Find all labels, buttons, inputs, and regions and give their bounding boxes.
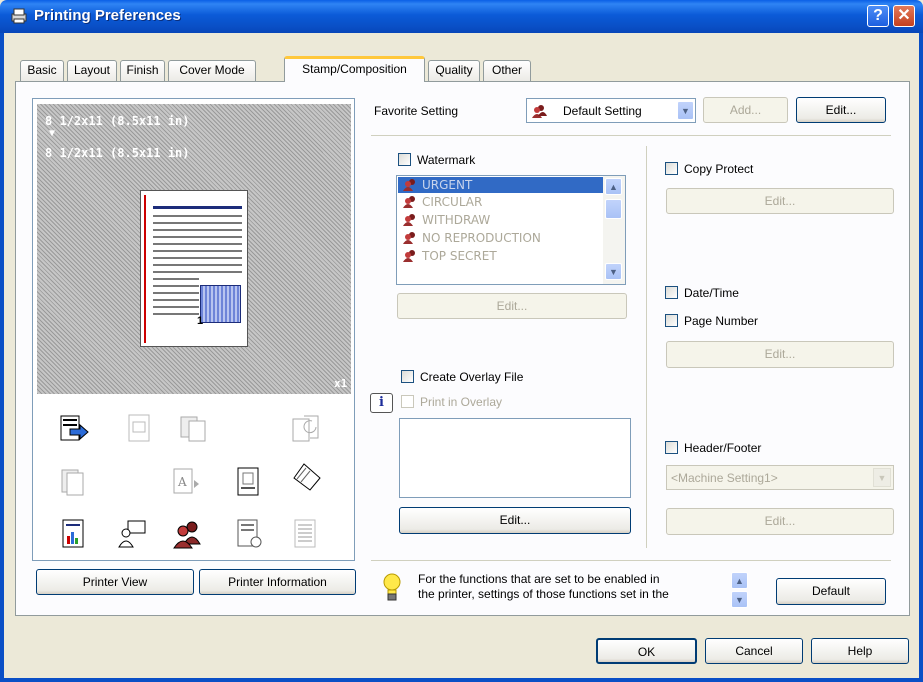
list-item[interactable]: TOP SECRET — [398, 248, 606, 264]
printer-view-button[interactable]: Printer View — [36, 569, 194, 595]
header-footer-checkbox[interactable] — [665, 441, 678, 454]
overlay-edit-button[interactable]: Edit... — [399, 507, 631, 534]
favorite-setting-value: Default Setting — [563, 104, 642, 118]
printer-icon — [11, 8, 27, 24]
list-item[interactable]: WITHDRAW — [398, 212, 606, 228]
user-screen-icon — [118, 520, 146, 548]
window-title: Printing Preferences — [34, 7, 181, 24]
original-size-label: 8 1/2x11 (8.5x11 in) — [45, 114, 190, 128]
printer-information-button[interactable]: Printer Information — [199, 569, 356, 595]
date-time-checkbox[interactable] — [665, 286, 678, 299]
scroll-down-icon[interactable]: ▼ — [731, 591, 748, 608]
date-page-edit-button[interactable]: Edit... — [666, 341, 894, 368]
ok-button[interactable]: OK — [596, 638, 697, 664]
date-time-label: Date/Time — [684, 286, 739, 300]
watermark-page-icon — [237, 467, 259, 496]
overlay-list[interactable] — [399, 418, 631, 498]
document-settings-icon — [237, 519, 262, 548]
chevron-down-icon[interactable]: ▼ — [677, 101, 694, 120]
scroll-up-icon[interactable]: ▲ — [605, 178, 622, 195]
report-icon — [62, 519, 84, 548]
output-size-label: 8 1/2x11 (8.5x11 in) — [45, 146, 190, 160]
copy-pages-icon — [180, 416, 206, 442]
list-item[interactable]: CIRCULAR — [398, 194, 606, 210]
info-text-line1: For the functions that are set to be ena… — [418, 572, 660, 586]
chevron-down-icon[interactable]: ▼ — [873, 468, 891, 487]
paper-preview: 1 — [140, 190, 248, 347]
booklet-icon — [61, 469, 84, 496]
stamp-icon — [60, 415, 89, 441]
help-button[interactable]: Help — [811, 638, 909, 664]
copy-protect-checkbox[interactable] — [665, 162, 678, 175]
page-number-mark: 1 — [197, 315, 204, 327]
font-page-icon: A — [173, 468, 199, 494]
info-text-line2: the printer, settings of those functions… — [418, 587, 669, 601]
page-number-checkbox[interactable] — [665, 314, 678, 327]
default-button[interactable]: Default — [776, 578, 886, 605]
tab-basic[interactable]: Basic — [20, 60, 64, 81]
info-icon[interactable]: i — [370, 393, 393, 413]
list-item[interactable]: NO REPRODUCTION — [398, 230, 606, 246]
header-footer-label: Header/Footer — [684, 441, 762, 455]
header-footer-value: <Machine Setting1> — [671, 471, 778, 485]
tab-stamp-composition[interactable]: Stamp/Composition — [284, 56, 425, 82]
watermark-checkbox[interactable] — [398, 153, 411, 166]
cancel-button[interactable]: Cancel — [705, 638, 803, 664]
copy-protect-edit-button[interactable]: Edit... — [666, 188, 894, 214]
help-title-button[interactable]: ? — [867, 5, 889, 27]
watermark-edit-button[interactable]: Edit... — [397, 293, 627, 319]
watermark-label: Watermark — [417, 153, 476, 167]
close-button[interactable]: ✕ — [893, 5, 915, 27]
overlay-page-icon — [128, 414, 150, 442]
favorite-setting-label: Favorite Setting — [374, 104, 459, 118]
divider — [371, 135, 891, 136]
divider — [371, 560, 891, 561]
watermark-list[interactable]: URGENT CIRCULAR WITHDRAW NO REPRODUCTION… — [396, 175, 626, 285]
favorite-setting-dropdown[interactable]: Default Setting — [526, 98, 696, 123]
stamp-icon — [403, 250, 415, 262]
copy-protect-label: Copy Protect — [684, 162, 754, 176]
tab-layout[interactable]: Layout — [67, 60, 117, 81]
stamp-icon — [403, 232, 415, 244]
tab-quality[interactable]: Quality — [428, 60, 480, 81]
rotate-page-icon — [292, 415, 319, 442]
tab-finish[interactable]: Finish — [120, 60, 165, 81]
users-icon — [173, 521, 201, 549]
stamp-icon — [403, 179, 415, 191]
users-icon — [532, 105, 547, 118]
lightbulb-icon — [383, 573, 401, 601]
copies-label: x1 — [334, 377, 348, 390]
create-overlay-label: Create Overlay File — [420, 370, 524, 384]
arrow-down-icon: ▼ — [49, 128, 56, 139]
edit-favorite-button[interactable]: Edit... — [796, 97, 886, 123]
header-footer-edit-button[interactable]: Edit... — [666, 508, 894, 535]
scroll-thumb[interactable] — [605, 199, 622, 219]
create-overlay-checkbox[interactable] — [401, 370, 414, 383]
scroll-down-icon[interactable]: ▼ — [605, 263, 622, 280]
divider — [646, 146, 647, 548]
stamp-icon — [403, 214, 415, 226]
tab-other[interactable]: Other — [483, 60, 531, 81]
svg-text:A: A — [177, 475, 187, 489]
stamp-icon — [403, 196, 415, 208]
tab-cover-mode[interactable]: Cover Mode — [168, 60, 256, 81]
header-footer-dropdown[interactable]: <Machine Setting1> ▼ — [666, 465, 894, 490]
list-item[interactable]: URGENT — [398, 177, 606, 193]
tilted-pages-icon — [293, 463, 321, 491]
page-number-label: Page Number — [684, 314, 759, 328]
print-in-overlay-label: Print in Overlay — [420, 395, 503, 409]
list-page-icon — [294, 519, 316, 548]
scroll-up-icon[interactable]: ▲ — [731, 572, 748, 589]
add-favorite-button[interactable]: Add... — [703, 97, 788, 123]
print-in-overlay-checkbox[interactable] — [401, 395, 414, 408]
